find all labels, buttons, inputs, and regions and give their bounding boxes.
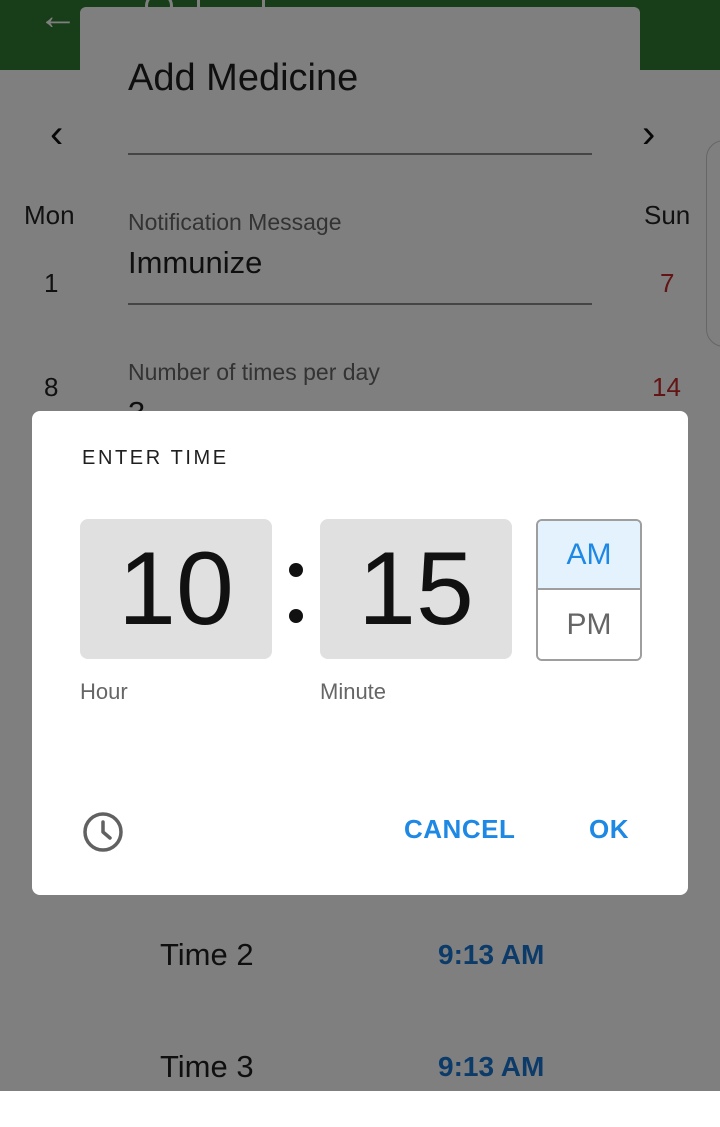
am-option[interactable]: AM [538,521,640,590]
ok-button[interactable]: OK [589,814,629,845]
hour-input[interactable]: 10 [80,519,272,659]
cancel-button[interactable]: CANCEL [404,814,515,845]
time-picker-header: ENTER TIME [82,447,229,469]
time-picker-dialog: ENTER TIME 10 15 AM PM Hour Minute CANCE… [32,411,688,895]
time-separator [282,543,310,633]
am-pm-toggle: AM PM [536,519,642,661]
clock-icon[interactable] [82,811,124,853]
minute-input[interactable]: 15 [320,519,512,659]
minute-caption: Minute [320,679,387,704]
pm-option[interactable]: PM [538,590,640,659]
hour-caption: Hour [80,679,128,704]
